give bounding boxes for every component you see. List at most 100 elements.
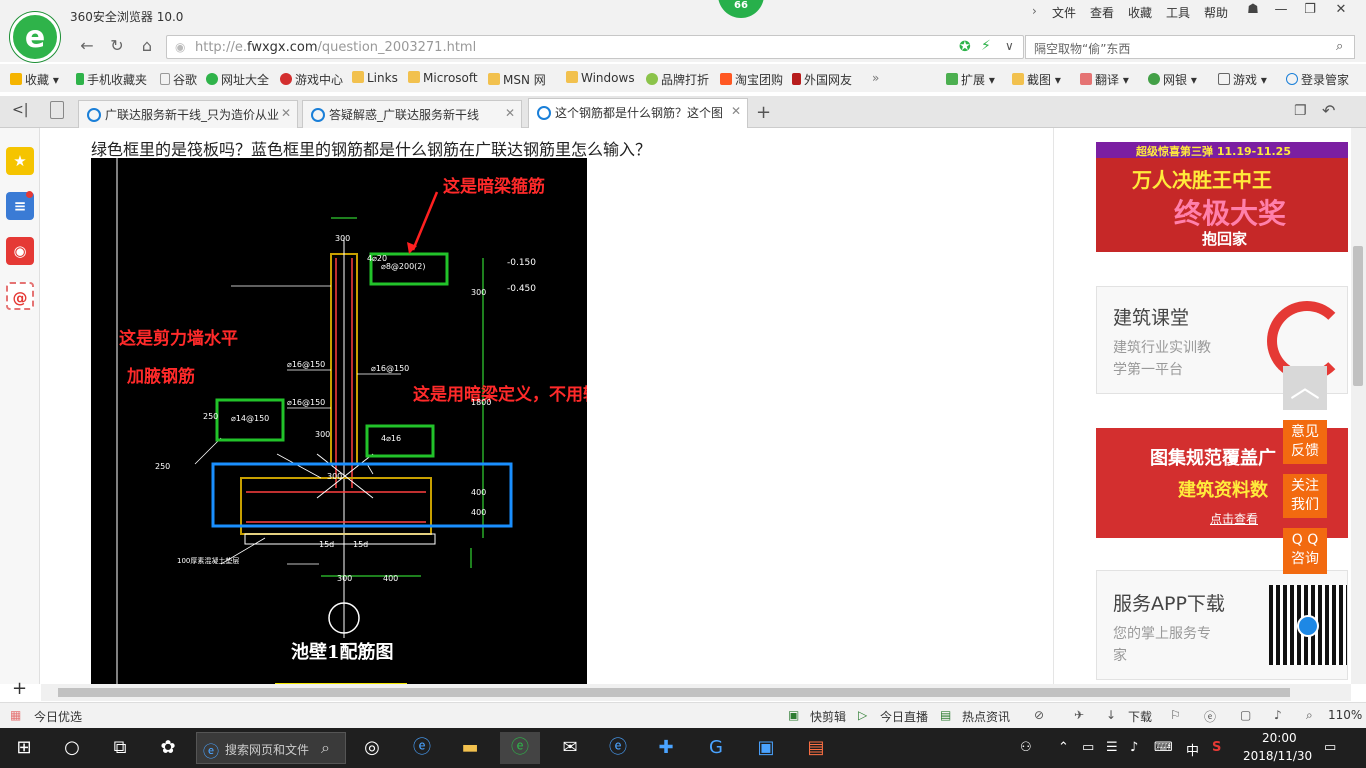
address-bar[interactable]: ◉ http://e.fwxgx.com/question_2003271.ht… bbox=[166, 35, 1024, 59]
bookmark-taobao[interactable]: 淘宝团购 bbox=[720, 71, 783, 88]
security-shield-icon[interactable]: ✪ bbox=[959, 39, 971, 55]
search-input[interactable]: 隔空取物“偷”东西 bbox=[1034, 40, 1130, 57]
undo-close-icon[interactable]: ↶ bbox=[1322, 101, 1335, 120]
feedback-button[interactable]: 意见 反馈 bbox=[1283, 420, 1327, 464]
tab-3-active[interactable]: 这个钢筋都是什么钢筋？这个图 ✕ bbox=[528, 98, 748, 128]
bookmark-microsoft[interactable]: Microsoft bbox=[408, 71, 478, 85]
menu-tools[interactable]: 工具 bbox=[1166, 4, 1190, 21]
plus-app-icon[interactable]: ✚ bbox=[646, 732, 686, 764]
bookmark-mobile[interactable]: 手机收藏夹 bbox=[76, 71, 147, 88]
weibo-icon[interactable]: ◉ bbox=[6, 237, 34, 265]
tab-1[interactable]: 广联达服务新干线_只为造价从业 ✕ bbox=[78, 100, 298, 128]
promo-banner[interactable]: 超级惊喜第三弹 11.19-11.25 万人决胜王中王 终极大奖 抱回家 bbox=[1096, 142, 1348, 252]
extensions-button[interactable]: 扩展 ▾ bbox=[946, 71, 995, 88]
360-browser-taskbar-icon[interactable]: ⓔ bbox=[500, 732, 540, 764]
g-app-icon[interactable]: G bbox=[696, 732, 736, 764]
sogou-icon[interactable]: S bbox=[1212, 740, 1221, 755]
close-button[interactable]: ✕ bbox=[1328, 2, 1354, 22]
menu-file[interactable]: 文件 bbox=[1052, 4, 1076, 21]
login-manager-button[interactable]: 登录管家 bbox=[1286, 71, 1349, 88]
status-live[interactable]: 今日直播 bbox=[880, 708, 928, 725]
page-info-icon[interactable]: ◉ bbox=[175, 40, 185, 54]
bank-button[interactable]: 网银 ▾ bbox=[1148, 71, 1197, 88]
status-quick-edit[interactable]: 快剪辑 bbox=[810, 708, 846, 725]
360-icon[interactable]: ◎ bbox=[352, 732, 392, 764]
add-sidebar-icon[interactable]: + bbox=[12, 678, 27, 699]
play-icon[interactable]: ▷ bbox=[858, 708, 867, 722]
refresh-icon[interactable]: ↻ bbox=[104, 34, 130, 58]
ie-mode-icon[interactable]: ⓔ bbox=[1204, 708, 1216, 725]
pin-icon[interactable]: ✈ bbox=[1074, 708, 1084, 722]
photo-app-icon[interactable]: ▣ bbox=[746, 732, 786, 764]
video-edit-icon[interactable]: ▣ bbox=[788, 708, 799, 722]
horizontal-scroll-thumb[interactable] bbox=[58, 688, 1290, 697]
bookmark-windows[interactable]: Windows bbox=[566, 71, 635, 85]
bookmark-games[interactable]: 游戏中心 bbox=[280, 71, 343, 88]
qq-consult-button[interactable]: Q Q 咨询 bbox=[1283, 528, 1327, 574]
bookmark-msn[interactable]: MSN 网 bbox=[488, 71, 546, 88]
mail-icon[interactable]: ✉ bbox=[550, 732, 590, 764]
windows-start-icon[interactable]: ⊞ bbox=[4, 732, 44, 764]
accelerate-icon[interactable]: ⊘ bbox=[1034, 708, 1044, 722]
task-view-icon[interactable]: ⧉ bbox=[100, 732, 140, 764]
cortana-icon[interactable]: ○ bbox=[52, 732, 92, 764]
file-explorer-icon[interactable]: ▬ bbox=[450, 732, 490, 764]
menu-favorites[interactable]: 收藏 bbox=[1128, 4, 1152, 21]
bookmark-brand[interactable]: 品牌打折 bbox=[646, 71, 709, 88]
today-picks[interactable]: 今日优选 bbox=[34, 708, 82, 725]
follow-us-button[interactable]: 关注 我们 bbox=[1283, 474, 1327, 518]
download-icon[interactable]: ↓ bbox=[1106, 708, 1116, 722]
restore-button[interactable]: ❐ bbox=[1297, 2, 1323, 22]
minimize-button[interactable]: — bbox=[1268, 2, 1294, 22]
status-news[interactable]: 热点资讯 bbox=[962, 708, 1010, 725]
bookmark-google[interactable]: 谷歌 bbox=[160, 71, 197, 88]
wifi-icon[interactable]: ☰ bbox=[1106, 740, 1118, 755]
volume-icon[interactable]: ♪ bbox=[1274, 708, 1282, 722]
home-icon[interactable]: ⌂ bbox=[134, 34, 160, 58]
flag-icon[interactable]: ⚐ bbox=[1170, 708, 1181, 722]
search-box[interactable]: 隔空取物“偷”东西 ⌕ bbox=[1025, 35, 1355, 59]
chevron-right-icon[interactable]: › bbox=[1032, 4, 1037, 18]
browser-logo-icon[interactable]: e bbox=[10, 12, 60, 62]
screenshot-button[interactable]: 截图 ▾ bbox=[1012, 71, 1061, 88]
zoom-icon[interactable]: ⌕ bbox=[1306, 708, 1313, 723]
star-icon[interactable]: ★ bbox=[6, 147, 34, 175]
close-tab-icon[interactable]: ✕ bbox=[505, 106, 515, 120]
ime-indicator[interactable]: 中 bbox=[1186, 740, 1199, 759]
menu-help[interactable]: 帮助 bbox=[1204, 4, 1228, 21]
new-tab-button[interactable]: + bbox=[756, 102, 771, 123]
tray-expand-icon[interactable]: ⌃ bbox=[1058, 740, 1069, 755]
atlas-link[interactable]: 点击查看 bbox=[1210, 510, 1258, 527]
clock-time[interactable]: 20:00 bbox=[1262, 731, 1297, 745]
tab-2[interactable]: 答疑解惑_广联达服务新干线 ✕ bbox=[302, 100, 522, 128]
tab-list-icon[interactable]: ❐ bbox=[1294, 103, 1307, 119]
back-to-top-icon[interactable]: ︿ bbox=[1283, 366, 1327, 410]
pdf-app-icon[interactable]: ▤ bbox=[796, 732, 836, 764]
bookmark-foreign[interactable]: 外国网友 bbox=[792, 71, 852, 88]
skin-icon[interactable]: ☗ bbox=[1240, 2, 1266, 22]
bookmark-links[interactable]: Links bbox=[352, 71, 398, 85]
vertical-scroll-thumb[interactable] bbox=[1353, 246, 1363, 386]
mute-icon[interactable]: ♪ bbox=[1130, 740, 1138, 755]
bookmark-favorites[interactable]: 收藏 ▾ bbox=[10, 71, 59, 88]
app-flower-icon[interactable]: ✿ bbox=[148, 732, 188, 764]
close-tab-icon[interactable]: ✕ bbox=[731, 104, 741, 118]
translate-button[interactable]: 翻译 ▾ bbox=[1080, 71, 1129, 88]
phone-tab-icon[interactable] bbox=[50, 101, 64, 119]
tab-scroll-left-icon[interactable]: <| bbox=[12, 102, 28, 118]
more-bookmarks-icon[interactable]: » bbox=[872, 71, 879, 85]
notification-center-icon[interactable]: ▭ bbox=[1324, 740, 1336, 755]
status-download[interactable]: 下载 bbox=[1128, 708, 1152, 725]
edge-icon[interactable]: ⓔ bbox=[598, 732, 638, 764]
window-icon[interactable]: ▢ bbox=[1240, 708, 1251, 722]
news-icon[interactable]: ▤ bbox=[940, 708, 951, 722]
back-arrow-icon[interactable]: ← bbox=[74, 34, 100, 58]
clock-date[interactable]: 2018/11/30 bbox=[1243, 749, 1312, 763]
zoom-level[interactable]: 110% bbox=[1328, 708, 1362, 722]
taskbar-search[interactable]: ⓔ 搜索网页和文件 ⌕ bbox=[196, 732, 346, 764]
menu-view[interactable]: 查看 bbox=[1090, 4, 1114, 21]
mail-icon[interactable]: @ bbox=[6, 282, 34, 310]
close-tab-icon[interactable]: ✕ bbox=[281, 106, 291, 120]
ie-icon[interactable]: ⓔ bbox=[402, 732, 442, 764]
people-icon[interactable]: ⚇ bbox=[1020, 740, 1032, 755]
